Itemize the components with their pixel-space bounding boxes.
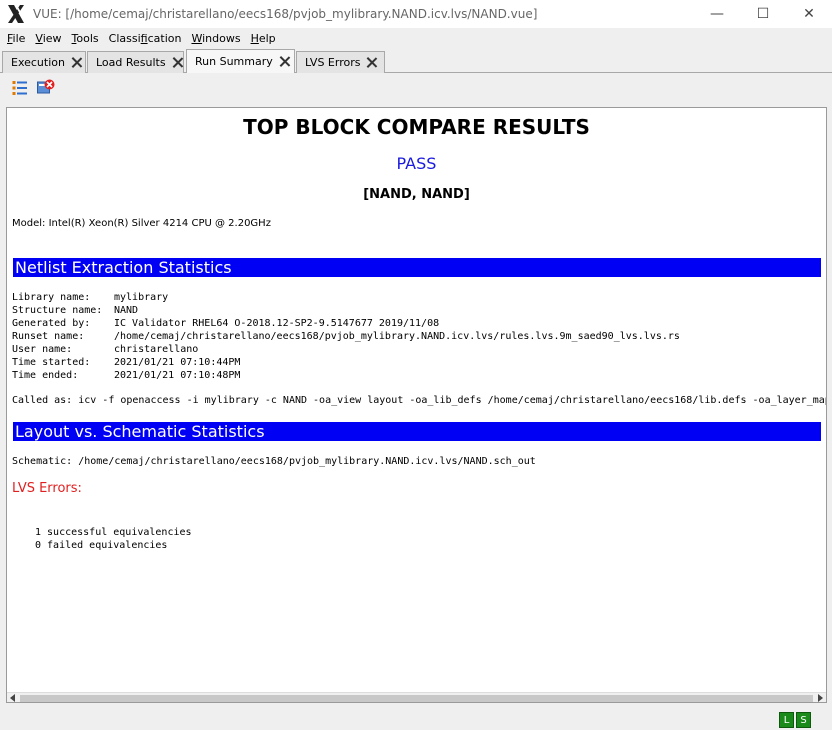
stop-run-button[interactable] bbox=[36, 78, 56, 98]
tab-lvs-errors[interactable]: LVS Errors bbox=[296, 51, 385, 73]
title-bar: VUE: [/home/cemaj/christarellano/eecs168… bbox=[0, 0, 832, 28]
horizontal-scrollbar[interactable] bbox=[7, 692, 826, 702]
successful-equivalencies: 1 successful equivalencies bbox=[35, 527, 192, 538]
result-status: PASS bbox=[396, 154, 437, 173]
list-icon bbox=[12, 81, 27, 95]
menu-windows[interactable]: Windows bbox=[186, 32, 245, 45]
list-view-button[interactable] bbox=[10, 78, 30, 98]
menu-help[interactable]: Help bbox=[246, 32, 281, 45]
minimize-button[interactable]: — bbox=[694, 0, 740, 28]
close-tab-icon[interactable] bbox=[279, 56, 288, 67]
lvs-section-header: Layout vs. Schematic Statistics bbox=[13, 422, 821, 441]
cpu-model: Model: Intel(R) Xeon(R) Silver 4214 CPU … bbox=[12, 218, 271, 229]
lvs-errors-label: LVS Errors: bbox=[12, 481, 82, 496]
info-row: User name: christarellano bbox=[12, 344, 199, 355]
window-title: VUE: [/home/cemaj/christarellano/eecs168… bbox=[33, 7, 538, 21]
minimize-icon: — bbox=[710, 6, 724, 22]
schematic-path: Schematic: /home/cemaj/christarellano/ee… bbox=[12, 456, 536, 467]
maximize-button[interactable]: ☐ bbox=[740, 0, 786, 28]
x11-logo-icon bbox=[8, 5, 24, 23]
info-row: Structure name: NAND bbox=[12, 305, 139, 316]
tab-execution[interactable]: Execution bbox=[2, 51, 86, 73]
menu-view[interactable]: View bbox=[30, 32, 66, 45]
netlist-section-header: Netlist Extraction Statistics bbox=[13, 258, 821, 277]
info-row: Generated by: IC Validator RHEL64 O-2018.… bbox=[12, 318, 440, 329]
close-button[interactable]: ✕ bbox=[786, 0, 832, 28]
menu-file[interactable]: File bbox=[2, 32, 30, 45]
called-as-command: Called as: icv -f openaccess -i mylibrar… bbox=[12, 395, 827, 406]
info-row: Time ended: 2021/01/21 07:10:48PM bbox=[12, 370, 241, 381]
maximize-icon: ☐ bbox=[756, 6, 770, 22]
tab-label: Run Summary bbox=[195, 55, 273, 68]
netlist-info-table: Library name: mylibrary Structure name: NA… bbox=[12, 292, 680, 383]
status-badge-s: S bbox=[796, 712, 811, 728]
close-tab-icon[interactable] bbox=[172, 57, 177, 68]
menu-classification[interactable]: Classification bbox=[104, 32, 187, 45]
info-row: Runset name:/home/cemaj/christarellano/e… bbox=[12, 331, 680, 342]
menu-bar: File View Tools Classification Windows H… bbox=[0, 28, 832, 48]
close-icon: ✕ bbox=[803, 6, 815, 22]
failed-equivalencies: 0 failed equivalencies bbox=[35, 540, 168, 551]
tab-label: Execution bbox=[11, 56, 65, 69]
info-row: Library name: mylibrary bbox=[12, 292, 169, 303]
compared-cells: [NAND, NAND] bbox=[363, 187, 470, 202]
tab-run-summary[interactable]: Run Summary bbox=[186, 49, 295, 73]
close-tab-icon[interactable] bbox=[71, 57, 79, 68]
tab-label: LVS Errors bbox=[305, 56, 361, 69]
tab-bar: Execution Load Results Run Summary LVS E… bbox=[0, 49, 832, 73]
stop-run-icon bbox=[37, 79, 55, 94]
scrollbar-thumb[interactable] bbox=[20, 695, 813, 702]
tab-label: Load Results bbox=[96, 56, 166, 69]
scroll-right-icon[interactable] bbox=[818, 694, 823, 702]
status-bar: L S bbox=[0, 708, 832, 730]
menu-tools[interactable]: Tools bbox=[67, 32, 104, 45]
toolbar bbox=[0, 76, 832, 100]
run-summary-panel: TOP BLOCK COMPARE RESULTS PASS [NAND, NA… bbox=[6, 107, 827, 703]
status-badge-l: L bbox=[779, 712, 794, 728]
tab-load-results[interactable]: Load Results bbox=[87, 51, 184, 73]
close-tab-icon[interactable] bbox=[366, 57, 377, 68]
info-row: Time started: 2021/01/21 07:10:44PM bbox=[12, 357, 241, 368]
report-title: TOP BLOCK COMPARE RESULTS bbox=[243, 115, 590, 139]
scroll-left-icon[interactable] bbox=[10, 694, 15, 702]
